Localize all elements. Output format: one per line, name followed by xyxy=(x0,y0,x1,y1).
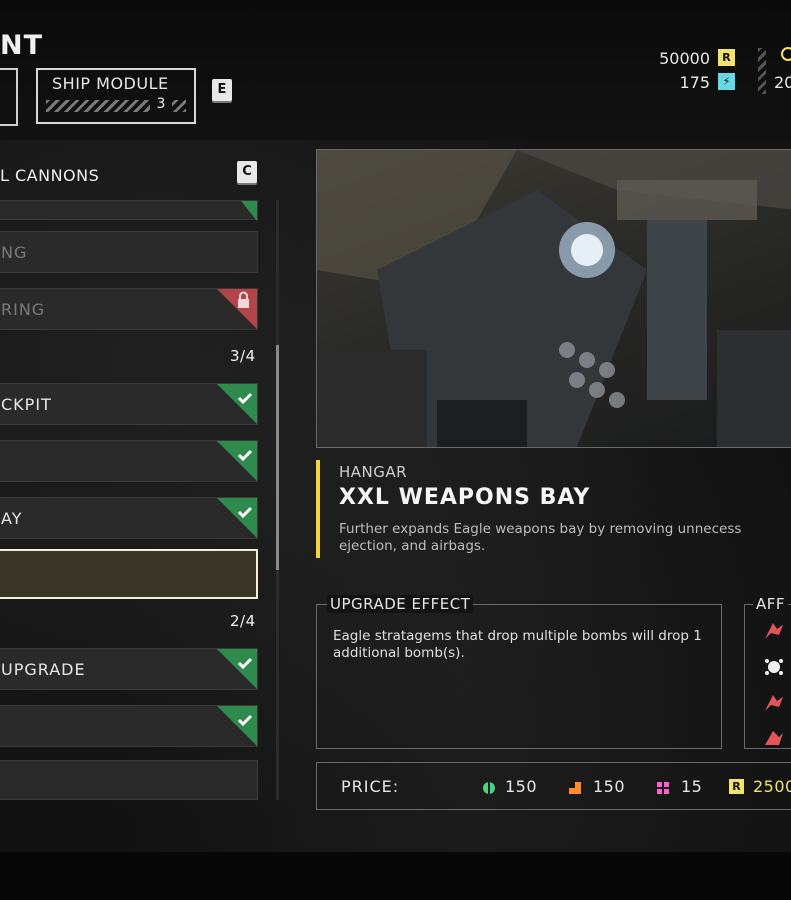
upgrade-effect-panel: UPGRADE EFFECT Eagle stratagems that dro… xyxy=(316,595,722,749)
module-description: Further expands Eagle weapons bay by rem… xyxy=(339,521,742,554)
owned-check-icon xyxy=(217,384,257,424)
list-item-label: CKPIT xyxy=(1,395,52,414)
module-name: XXL WEAPONS BAY xyxy=(339,485,591,510)
tab-ship-module-count: 3 xyxy=(150,96,172,112)
price-rare-amount: 150 xyxy=(593,777,626,796)
owned-check-icon xyxy=(217,441,257,481)
affected-label: AFF xyxy=(753,595,789,613)
requisition-amount: 50000 xyxy=(659,49,710,68)
key-c-hint[interactable]: C xyxy=(237,161,257,183)
list-item-label: UPGRADE xyxy=(1,660,86,679)
owned-check-icon xyxy=(217,498,257,538)
owned-check-icon xyxy=(217,706,257,746)
price-requisition-amount: 2500 xyxy=(753,777,791,796)
price-bar: PRICE: 150 150 15 R 2500 xyxy=(316,762,791,810)
bottom-bar xyxy=(0,852,791,900)
category-label-cannons: L CANNONS xyxy=(0,166,100,185)
module-category: HANGAR xyxy=(339,463,408,481)
owned-check-icon xyxy=(241,201,257,221)
list-item[interactable]: CKPIT xyxy=(0,383,258,425)
list-item[interactable]: NG xyxy=(0,231,258,273)
list-item[interactable] xyxy=(0,760,258,800)
list-item-label: AY xyxy=(1,509,23,528)
medal-icon xyxy=(781,47,791,61)
group-progress-count: 3/4 xyxy=(230,347,256,365)
cluster-bomb-icon xyxy=(765,659,783,675)
super-credits-amount: 175 xyxy=(679,73,710,92)
group-progress-count: 2/4 xyxy=(230,612,256,630)
list-item-label: NG xyxy=(1,243,28,262)
upgrade-effect-label: UPGRADE EFFECT xyxy=(327,595,474,613)
list-item[interactable] xyxy=(0,705,258,747)
tab-ship-module-label: SHIP MODULE xyxy=(52,74,169,93)
super-rare-sample-icon xyxy=(657,782,669,794)
eagle-strike-icon xyxy=(765,623,783,639)
price-common-amount: 150 xyxy=(505,777,538,796)
detail-accent-bar xyxy=(316,460,320,558)
list-item[interactable] xyxy=(0,200,258,221)
lock-icon xyxy=(217,289,257,329)
page-title: NT xyxy=(0,30,44,61)
list-item-locked[interactable]: RING xyxy=(0,288,258,330)
tab-ship-module[interactable]: SHIP MODULE 3 xyxy=(36,68,196,124)
list-item[interactable] xyxy=(0,440,258,482)
list-scrollbar-thumb[interactable] xyxy=(276,345,279,570)
common-sample-icon xyxy=(483,782,495,794)
requisition-icon: R xyxy=(729,779,744,794)
key-e-hint[interactable]: E xyxy=(212,79,232,101)
super-credits-icon: ⚡ xyxy=(718,73,735,90)
eagle-airstrike-icon xyxy=(765,695,783,711)
list-item[interactable]: UPGRADE xyxy=(0,648,258,690)
rare-sample-icon xyxy=(569,782,581,794)
owned-check-icon xyxy=(217,649,257,689)
eagle-bomb-icon xyxy=(765,731,783,745)
affected-stratagems-panel: AFF xyxy=(744,595,791,749)
list-item[interactable]: AY xyxy=(0,497,258,539)
module-preview-image xyxy=(316,149,791,448)
requisition-icon: R xyxy=(718,49,735,66)
list-item-label: RING xyxy=(1,300,46,319)
list-item-selected[interactable] xyxy=(0,549,258,599)
price-label: PRICE: xyxy=(341,777,400,796)
hangar-illustration xyxy=(317,150,791,447)
upgrade-effect-text: Eagle stratagems that drop multiple bomb… xyxy=(333,628,702,661)
third-currency-amount: 20 xyxy=(774,73,791,92)
currency-divider xyxy=(758,48,766,94)
tab-previous[interactable]: S xyxy=(0,68,18,126)
price-super-rare-amount: 15 xyxy=(681,777,703,796)
